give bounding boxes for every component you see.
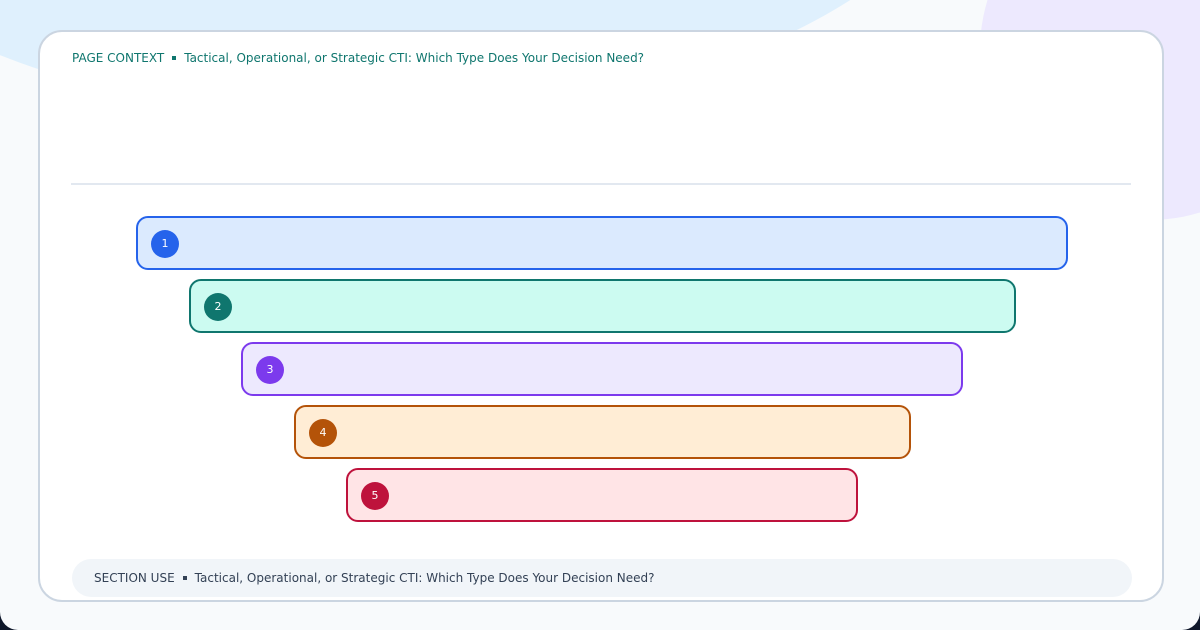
section-use-title: Tactical, Operational, or Strategic CTI:…	[194, 571, 655, 585]
tier-diagram: 1 2 3 4 5	[40, 32, 1162, 600]
tier-3: 3	[241, 342, 963, 396]
section-use: SECTION USE Tactical, Operational, or St…	[72, 559, 1132, 597]
tier-number-badge: 2	[204, 293, 232, 321]
content-card: PAGE CONTEXT Tactical, Operational, or S…	[38, 30, 1164, 602]
tier-2: 2	[189, 279, 1016, 333]
tier-number-badge: 5	[361, 482, 389, 510]
tier-number-badge: 1	[151, 230, 179, 258]
section-use-label: SECTION USE	[94, 571, 175, 585]
separator-dot	[182, 576, 187, 580]
tier-1: 1	[136, 216, 1068, 270]
tier-number-badge: 4	[309, 419, 337, 447]
tier-number-badge: 3	[256, 356, 284, 384]
tier-5: 5	[346, 468, 858, 522]
tier-4: 4	[294, 405, 911, 459]
